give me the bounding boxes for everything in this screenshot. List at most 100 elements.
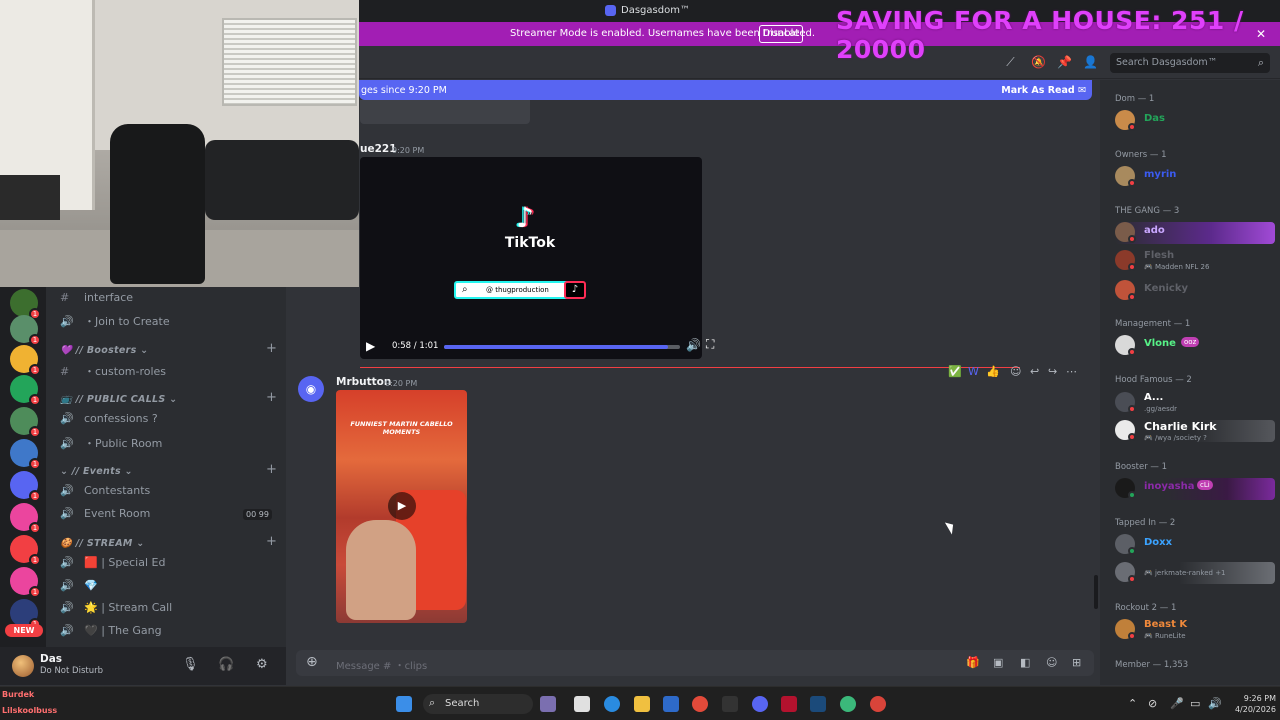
member-row[interactable]: Doxx (1115, 534, 1275, 556)
server-icon[interactable]: 1 (10, 439, 41, 470)
channel-item[interactable]: # ・custom-roles (60, 363, 280, 381)
taskbar-clock[interactable]: 9:26 PM 4/20/2026 (1226, 693, 1276, 715)
video-progress-bar[interactable] (444, 345, 680, 349)
channel-item[interactable]: 🔊 ・Public Room (60, 435, 280, 453)
member-row[interactable]: Das (1115, 110, 1275, 132)
display-icon[interactable]: ▭ (1190, 697, 1200, 710)
task-view-icon[interactable] (574, 696, 590, 712)
embed-preview (360, 100, 530, 124)
member-row[interactable]: Vlone ooz (1115, 335, 1275, 357)
network-off-icon[interactable]: ⊘ (1148, 697, 1157, 710)
edge-icon[interactable] (604, 696, 620, 712)
member-row[interactable]: inoyasha cLi (1115, 478, 1275, 500)
member-row[interactable]: A... .gg/aesdr (1115, 392, 1275, 414)
channel-item[interactable]: 🔊 🟥 | Special Ed (60, 556, 280, 574)
discord-icon[interactable] (752, 696, 768, 712)
add-channel-icon[interactable]: + (266, 534, 277, 549)
check-reaction-icon[interactable]: ✅ (948, 365, 962, 378)
disable-streamer-mode-button[interactable]: Disable (759, 25, 803, 43)
server-icon[interactable]: 1 (10, 503, 41, 534)
channel-item[interactable]: # interface (60, 291, 280, 309)
play-icon[interactable]: ▶ (366, 339, 375, 353)
discord-app-icon (605, 5, 616, 16)
member-row[interactable]: ado (1115, 222, 1275, 244)
category-stream[interactable]: 🍪 // STREAM ⌄ (60, 538, 144, 549)
settings-gear-icon[interactable]: ⚙ (256, 657, 268, 672)
add-channel-icon[interactable]: + (266, 341, 277, 356)
microphone-icon[interactable]: 🎤 (1170, 697, 1184, 710)
thumbs-up-reaction-icon[interactable]: 👍 (986, 365, 1000, 378)
member-row[interactable]: Charlie Kirk 🎮 /wya /society ? (1115, 420, 1275, 442)
search-icon: ⌕ (462, 284, 468, 295)
microphone-icon[interactable]: 🎙 (182, 657, 199, 672)
fullscreen-icon[interactable]: ⛶ (706, 337, 714, 352)
sticker-icon[interactable]: ◧ (1020, 656, 1030, 669)
channel-item[interactable]: 🔊 ・Join to Create (60, 313, 280, 331)
gif-icon[interactable]: ▣ (993, 656, 1003, 669)
member-row[interactable]: Kenicky (1115, 280, 1275, 302)
add-attachment-icon[interactable]: ⊕ (306, 654, 318, 670)
add-reaction-icon[interactable]: ☺ (1010, 365, 1021, 378)
category-events[interactable]: ⌄ // Events ⌄ (60, 466, 133, 477)
message-author[interactable]: Mrbutton (336, 376, 391, 388)
file-explorer-icon[interactable] (634, 696, 650, 712)
server-icon[interactable]: 1 (10, 471, 41, 502)
message-timestamp: 9:20 PM (385, 379, 418, 388)
search-icon: ⌕ (429, 696, 436, 709)
scrollbar[interactable] (1094, 575, 1098, 609)
discord-avatar-icon[interactable]: ◉ (298, 376, 324, 402)
server-icon[interactable]: 1 (10, 375, 41, 406)
server-icon[interactable]: 1 (10, 599, 41, 630)
overlay-username: Burdek (2, 690, 35, 699)
member-row[interactable]: Beast K 🎮 RuneLite (1115, 619, 1275, 641)
server-icon[interactable]: 1 (10, 289, 41, 320)
forward-icon[interactable]: ↪ (1048, 365, 1057, 378)
server-icon[interactable]: 1 (10, 345, 41, 376)
add-channel-icon[interactable]: + (266, 390, 277, 405)
channel-item[interactable]: 🔊 🌟 | Stream Call (60, 601, 280, 619)
reply-icon[interactable]: ↩ (1030, 365, 1039, 378)
server-icon[interactable]: 1 (10, 567, 41, 598)
headphones-icon[interactable]: 🎧 (218, 657, 234, 672)
category-boosters[interactable]: 💜 // Boosters ⌄ (60, 345, 148, 356)
channel-item[interactable]: 🔊 Contestants (60, 484, 280, 502)
user-name: Das (40, 653, 63, 665)
chrome-profile-icon[interactable] (840, 696, 856, 712)
member-row[interactable]: myrin (1115, 166, 1275, 188)
gift-icon[interactable]: 🎁 (966, 656, 980, 669)
windows-start-icon[interactable] (396, 696, 412, 712)
video-attachment[interactable]: FUNNIEST MARTIN CABELLO MOMENTS ▶ (336, 390, 467, 623)
new-servers-badge[interactable]: NEW (5, 624, 43, 637)
emoji-icon[interactable]: ☺ (1046, 656, 1057, 669)
member-row[interactable]: 🎮 jerkmate-ranked +1 (1115, 562, 1275, 584)
store-icon[interactable] (663, 696, 679, 712)
channel-item[interactable]: 🔊 confessions ? (60, 412, 280, 430)
server-icon[interactable]: 1 (10, 407, 41, 438)
apps-icon[interactable]: ⊞ (1072, 656, 1081, 669)
tiktok-video-embed[interactable]: ♪ TikTok ⌕ @ thugproduction ♪ ▶ 0:58 / 1… (360, 157, 714, 359)
message-composer[interactable]: ⊕ Message # ・clips 🎁 ▣ ◧ ☺ ⊞ (296, 650, 1094, 676)
add-channel-icon[interactable]: + (266, 462, 277, 477)
chrome-profile-icon[interactable] (870, 696, 886, 712)
widgets-icon[interactable] (540, 696, 556, 712)
new-messages-bar[interactable]: ges since 9:20 PM Mark As Read ✉ (359, 80, 1092, 100)
channel-item[interactable]: 🔊 💎 (60, 579, 280, 597)
channel-item[interactable]: 🔊 🖤 | The Gang (60, 624, 280, 642)
mark-as-read-button[interactable]: Mark As Read ✉ (1001, 85, 1086, 96)
more-icon[interactable]: ⋯ (1066, 365, 1077, 378)
adobe-icon[interactable] (781, 696, 797, 712)
obs-icon[interactable] (722, 696, 738, 712)
avatar[interactable] (12, 655, 34, 677)
chevron-up-icon[interactable]: ⌃ (1128, 697, 1137, 710)
steam-icon[interactable] (810, 696, 826, 712)
volume-icon[interactable]: 🔊 (686, 338, 701, 352)
play-icon[interactable]: ▶ (388, 492, 416, 520)
taskbar-search[interactable]: ⌕ Search (423, 694, 533, 714)
member-row[interactable]: Flesh 🎮 Madden NFL 26 (1115, 250, 1275, 272)
server-icon[interactable]: 1 (10, 315, 41, 346)
chrome-icon[interactable] (692, 696, 708, 712)
category-public-calls[interactable]: 📺 // PUBLIC CALLS ⌄ (60, 394, 177, 405)
volume-icon[interactable]: 🔊 (1208, 697, 1222, 710)
w-reaction-icon[interactable]: W (968, 365, 979, 378)
server-icon[interactable]: 1 (10, 535, 41, 566)
